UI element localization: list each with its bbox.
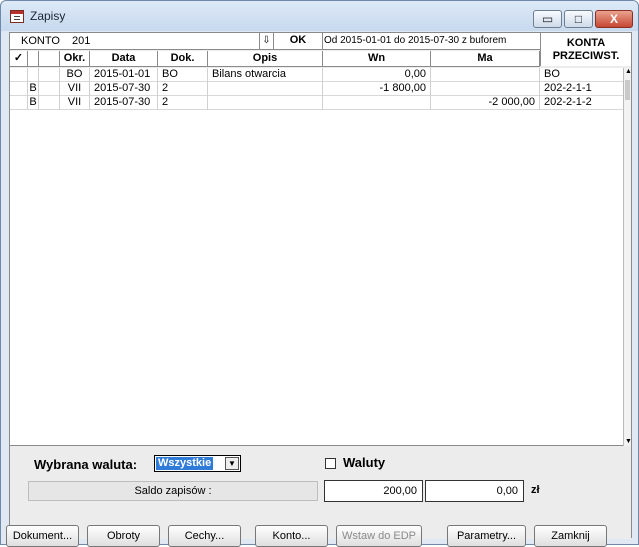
ma-cell <box>431 68 540 82</box>
title-bar: Zapisy ▭ □ X <box>1 1 638 31</box>
konto-button[interactable]: Konto... <box>255 525 328 547</box>
scroll-up-icon[interactable]: ▲ <box>625 68 632 76</box>
date-column-header[interactable]: Data <box>90 51 158 67</box>
date-cell: 2015-07-30 <box>90 82 158 96</box>
row-indicator-cell <box>39 68 60 82</box>
row-checkbox-cell[interactable] <box>10 82 28 96</box>
date-cell: 2015-01-01 <box>90 68 158 82</box>
close-button[interactable]: X <box>595 10 633 28</box>
entries-panel: KONTO 201 ⇩ OK Od 2015-01-01 do 2015-07-… <box>6 32 632 547</box>
currency-selected-value: Wszystkie <box>156 457 214 470</box>
obroty-button[interactable]: Obroty <box>87 525 160 547</box>
wn-cell: 0,00 <box>323 68 431 82</box>
entries-table[interactable]: BO 2015-01-01 BO Bilans otwarcia 0,00 BO… <box>10 68 623 446</box>
account-number: 201 <box>72 35 91 47</box>
counter-account-cell: 202-2-1-1 <box>544 82 592 94</box>
waluty-checkbox[interactable] <box>325 458 336 469</box>
row-indicator-cell <box>39 82 60 96</box>
description-cell: Bilans otwarcia <box>208 68 323 82</box>
ma-cell: -2 000,00 <box>431 96 540 110</box>
dokument-button[interactable]: Dokument... <box>6 525 79 547</box>
saldo-wn-value: 200,00 <box>324 480 423 502</box>
okr-cell: VII <box>60 96 90 110</box>
window-title: Zapisy <box>30 9 66 23</box>
table-row[interactable]: BO 2015-01-01 BO Bilans otwarcia 0,00 BO <box>10 68 623 82</box>
description-cell <box>208 96 323 110</box>
parametry-button[interactable]: Parametry... <box>447 525 526 547</box>
flag-cell: B <box>28 82 39 96</box>
period-filter: Od 2015-01-01 do 2015-07-30 z buforem <box>324 35 507 46</box>
saldo-ma-value: 0,00 <box>425 480 524 502</box>
zamknij-button[interactable]: Zamknij <box>534 525 607 547</box>
table-header: ✓ Okr. Data Dok. Opis Wn Ma <box>10 51 540 67</box>
flag-cell: B <box>28 96 39 110</box>
account-label: KONTO <box>21 35 60 47</box>
account-field[interactable]: KONTO 201 <box>10 33 260 49</box>
ma-column-header[interactable]: Ma <box>431 51 540 67</box>
ma-cell <box>431 82 540 96</box>
flag-cell <box>28 68 39 82</box>
check-column-icon: ✓ <box>10 51 28 67</box>
date-cell: 2015-07-30 <box>90 96 158 110</box>
table-row[interactable]: B VII 2015-07-30 2 -2 000,00 202-2-1-2 <box>10 96 623 110</box>
counter-account-cell: 202-2-1-2 <box>544 96 592 108</box>
saldo-label: Saldo zapisów : <box>28 481 318 501</box>
chevron-down-icon[interactable]: ▼ <box>225 457 239 470</box>
description-cell <box>208 82 323 96</box>
okr-column-header[interactable]: Okr. <box>60 51 90 67</box>
doc-cell: 2 <box>158 96 208 110</box>
waluty-label: Waluty <box>343 455 386 470</box>
wn-column-header[interactable]: Wn <box>323 51 431 67</box>
wstaw-do-edp-button: Wstaw do EDP <box>336 525 422 547</box>
zapisy-window: Zapisy ▭ □ X KONTO 201 ⇩ OK Od 2015-01-0… <box>0 0 639 547</box>
ledger-icon <box>10 10 24 23</box>
vertical-scrollbar[interactable]: ▲ ▼ <box>623 68 632 446</box>
okr-cell: VII <box>60 82 90 96</box>
doc-cell: 2 <box>158 82 208 96</box>
doc-column-header[interactable]: Dok. <box>158 51 208 67</box>
scroll-thumb[interactable] <box>625 80 630 100</box>
wn-cell <box>323 96 431 110</box>
description-column-header[interactable]: Opis <box>208 51 323 67</box>
currency-select[interactable]: Wszystkie ▼ <box>154 455 241 472</box>
currency-unit: zł <box>531 484 540 496</box>
minimize-button[interactable]: ▭ <box>533 10 562 28</box>
row-indicator-header <box>39 51 60 67</box>
bottom-controls: Wybrana waluta: Wszystkie ▼ Waluty Saldo… <box>6 447 631 547</box>
doc-cell: BO <box>158 68 208 82</box>
wn-cell: -1 800,00 <box>323 82 431 96</box>
row-checkbox-cell[interactable] <box>10 96 28 110</box>
flag-column-header <box>28 51 39 67</box>
account-filter-bar: KONTO 201 ⇩ OK Od 2015-01-01 do 2015-07-… <box>10 33 631 50</box>
download-icon[interactable]: ⇩ <box>260 33 274 49</box>
counter-account-header: KONTA PRZECIWST. <box>540 33 631 66</box>
scroll-down-icon[interactable]: ▼ <box>625 438 632 446</box>
ok-button[interactable]: OK <box>274 33 323 49</box>
okr-cell: BO <box>60 68 90 82</box>
maximize-button[interactable]: □ <box>564 10 593 28</box>
currency-label: Wybrana waluta: <box>34 457 138 472</box>
row-checkbox-cell[interactable] <box>10 68 28 82</box>
cechy-button[interactable]: Cechy... <box>168 525 241 547</box>
table-row[interactable]: B VII 2015-07-30 2 -1 800,00 202-2-1-1 <box>10 82 623 96</box>
row-indicator-cell <box>39 96 60 110</box>
counter-account-cell: BO <box>544 68 560 80</box>
